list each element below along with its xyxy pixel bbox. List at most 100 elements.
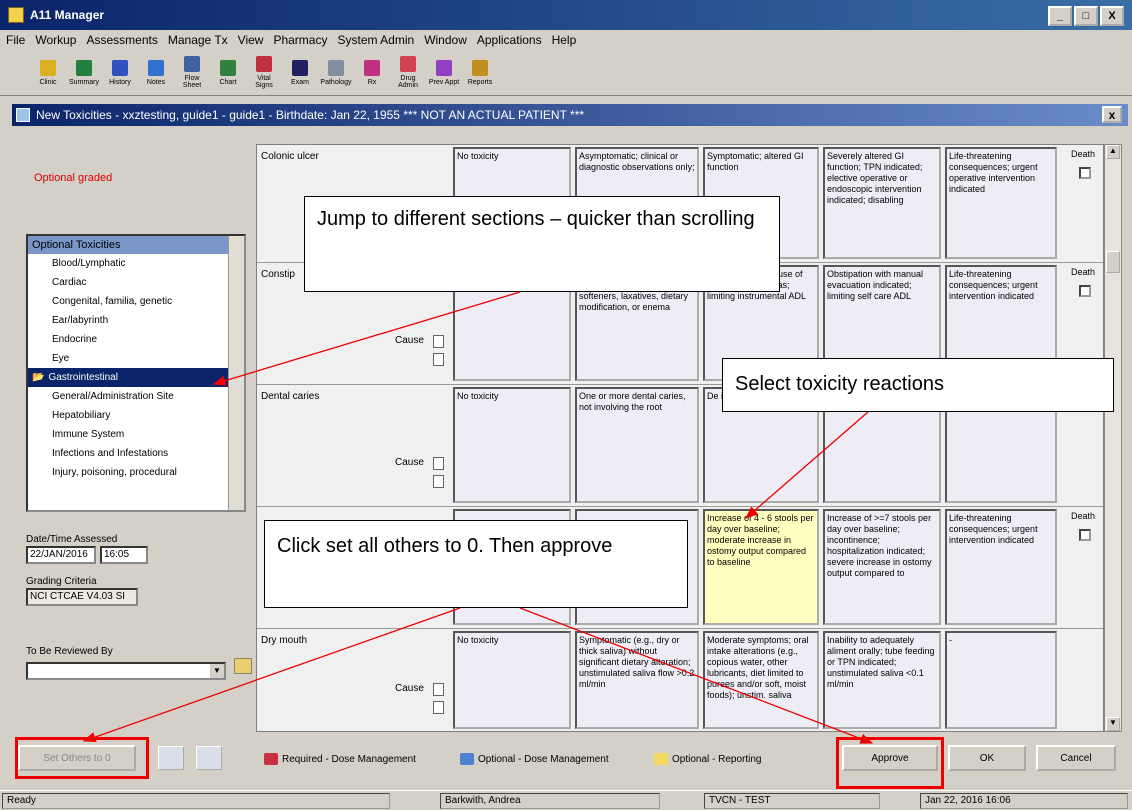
time-field[interactable]: 16:05	[100, 546, 148, 564]
toolbar-button-8[interactable]: Pathology	[320, 53, 352, 93]
list-item[interactable]: General/Administration Site	[28, 387, 244, 406]
grade-cell[interactable]: -	[945, 631, 1057, 729]
toolbar-button-11[interactable]: Prev Appt	[428, 53, 460, 93]
list-item[interactable]: 📂 Gastrointestinal	[28, 368, 244, 387]
list-item[interactable]: Eye	[28, 349, 244, 368]
toolbar-label: Exam	[291, 78, 309, 86]
list-item-label: Cardiac	[52, 277, 87, 288]
grade-cell[interactable]: No toxicity	[453, 387, 571, 503]
close-button[interactable]: X	[1100, 6, 1124, 26]
menu-file[interactable]: File	[6, 33, 25, 47]
list-item[interactable]: Congenital, familia, genetic	[28, 292, 244, 311]
toolbar-icon	[328, 59, 344, 76]
menu-view[interactable]: View	[238, 33, 264, 47]
child-window-title: New Toxicities - xxztesting, guide1 - gu…	[36, 108, 585, 122]
grade-cell[interactable]: Increase of >=7 stools per day over base…	[823, 509, 941, 625]
menu-system-admin[interactable]: System Admin	[337, 33, 414, 47]
note-doc-icon[interactable]	[433, 353, 444, 366]
toolbar-button-7[interactable]: Exam	[284, 53, 316, 93]
list-item[interactable]: Ear/labyrinth	[28, 311, 244, 330]
chevron-down-icon[interactable]: ▼	[210, 664, 224, 678]
death-checkbox[interactable]	[1079, 167, 1091, 179]
cause-doc-icon[interactable]	[433, 457, 444, 470]
grade-cell[interactable]: Severely altered GI function; TPN indica…	[823, 147, 941, 259]
cause-label: Cause	[395, 683, 424, 694]
toolbar-button-0[interactable]: Clinic	[32, 53, 64, 93]
death-checkbox[interactable]	[1079, 285, 1091, 297]
required-dose-icon	[264, 753, 278, 765]
list-item[interactable]: Injury, poisoning, procedural	[28, 463, 244, 482]
legend-reporting: Optional - Reporting	[654, 753, 762, 765]
grade-cell[interactable]: Moderate symptoms; oral intake alteratio…	[703, 631, 819, 729]
list-item[interactable]: Blood/Lymphatic	[28, 254, 244, 273]
scroll-down-icon[interactable]: ▼	[1106, 717, 1120, 731]
grid-scrollbar[interactable]: ▲ ▼	[1104, 144, 1122, 732]
grade-cell[interactable]: Inability to adequately aliment orally; …	[823, 631, 941, 729]
list-item[interactable]: Cardiac	[28, 273, 244, 292]
cause-doc-icon[interactable]	[433, 683, 444, 696]
toolbar-label: Vital Signs	[255, 75, 273, 89]
list-item[interactable]: Immune System	[28, 425, 244, 444]
date-assessed-label: Date/Time Assessed	[26, 534, 118, 545]
status-ready: Ready	[2, 793, 390, 809]
list-item-label: Injury, poisoning, procedural	[52, 467, 177, 478]
date-field[interactable]: 22/JAN/2016	[26, 546, 96, 564]
legend-required: Required - Dose Management	[264, 753, 416, 765]
toxicity-row: Dry mouth No toxicity Symptomatic (e.g., d…	[257, 629, 1103, 731]
toolbar-label: Summary	[69, 78, 99, 86]
status-env: TVCN - TEST	[704, 793, 880, 809]
toolbar-button-10[interactable]: Drug Admin	[392, 53, 424, 93]
note-doc-icon[interactable]	[433, 701, 444, 714]
list-item[interactable]: Infections and Infestations	[28, 444, 244, 463]
list-scrollbar[interactable]	[228, 236, 244, 510]
toolbar-button-4[interactable]: Flow Sheet	[176, 53, 208, 93]
grade-cell[interactable]: One or more dental caries, not involving…	[575, 387, 699, 503]
search-person-icon[interactable]	[234, 658, 252, 674]
grading-criteria-field: NCI CTCAE V4.03 SI	[26, 588, 138, 606]
toolbar-button-5[interactable]: Chart	[212, 53, 244, 93]
list-item-label: Ear/labyrinth	[52, 315, 109, 326]
cause-doc-icon[interactable]	[433, 335, 444, 348]
toolbar-button-6[interactable]: Vital Signs	[248, 53, 280, 93]
death-checkbox[interactable]	[1079, 529, 1091, 541]
toolbar-button-2[interactable]: History	[104, 53, 136, 93]
menu-help[interactable]: Help	[552, 33, 577, 47]
child-close-button[interactable]: x	[1102, 106, 1122, 123]
toolbar-label: Rx	[367, 78, 377, 86]
highlight-set-others	[15, 737, 149, 779]
toolbar-button-3[interactable]: Notes	[140, 53, 172, 93]
scroll-thumb[interactable]	[1106, 251, 1120, 273]
app-title: A11 Manager	[30, 8, 105, 22]
toolbar-button-1[interactable]: Summary	[68, 53, 100, 93]
menu-assessments[interactable]: Assessments	[86, 33, 157, 47]
toolbar-button-12[interactable]: Reports	[464, 53, 496, 93]
scroll-up-icon[interactable]: ▲	[1106, 145, 1120, 159]
grade-cell[interactable]: Increase of 4 - 6 stools per day over ba…	[703, 509, 819, 625]
menu-pharmacy[interactable]: Pharmacy	[273, 33, 327, 47]
review-by-select[interactable]: ▼	[26, 662, 226, 680]
note-doc-icon[interactable]	[433, 475, 444, 488]
export-icon[interactable]	[196, 746, 222, 770]
grade-cell[interactable]: Symptomatic (e.g., dry or thick saliva) …	[575, 631, 699, 729]
ok-button[interactable]: OK	[948, 745, 1026, 771]
optional-graded-label: Optional graded	[34, 172, 113, 184]
menu-workup[interactable]: Workup	[35, 33, 76, 47]
menu-applications[interactable]: Applications	[477, 33, 542, 47]
menu-window[interactable]: Window	[424, 33, 467, 47]
print-icon[interactable]	[158, 746, 184, 770]
toxicity-section-list[interactable]: Optional Toxicities Blood/Lymphatic Cardi…	[26, 234, 246, 512]
grade-cell[interactable]: Life-threatening consequences; urgent in…	[945, 509, 1057, 625]
legend-optional-label: Optional - Dose Management	[478, 753, 609, 765]
legend-reporting-label: Optional - Reporting	[672, 753, 762, 765]
cancel-button[interactable]: Cancel	[1036, 745, 1116, 771]
toolbar-button-9[interactable]: Rx	[356, 53, 388, 93]
toolbar-label: Drug Admin	[398, 75, 418, 89]
maximize-button[interactable]: □	[1074, 6, 1098, 26]
menu-manage-tx[interactable]: Manage Tx	[168, 33, 228, 47]
list-item[interactable]: Endocrine	[28, 330, 244, 349]
grade-cell[interactable]: Life-threatening consequences; urgent op…	[945, 147, 1057, 259]
minimize-button[interactable]: _	[1048, 6, 1072, 26]
grade-cell[interactable]: No toxicity	[453, 631, 571, 729]
list-item[interactable]: Hepatobiliary	[28, 406, 244, 425]
grading-criteria-label: Grading Criteria	[26, 576, 97, 587]
